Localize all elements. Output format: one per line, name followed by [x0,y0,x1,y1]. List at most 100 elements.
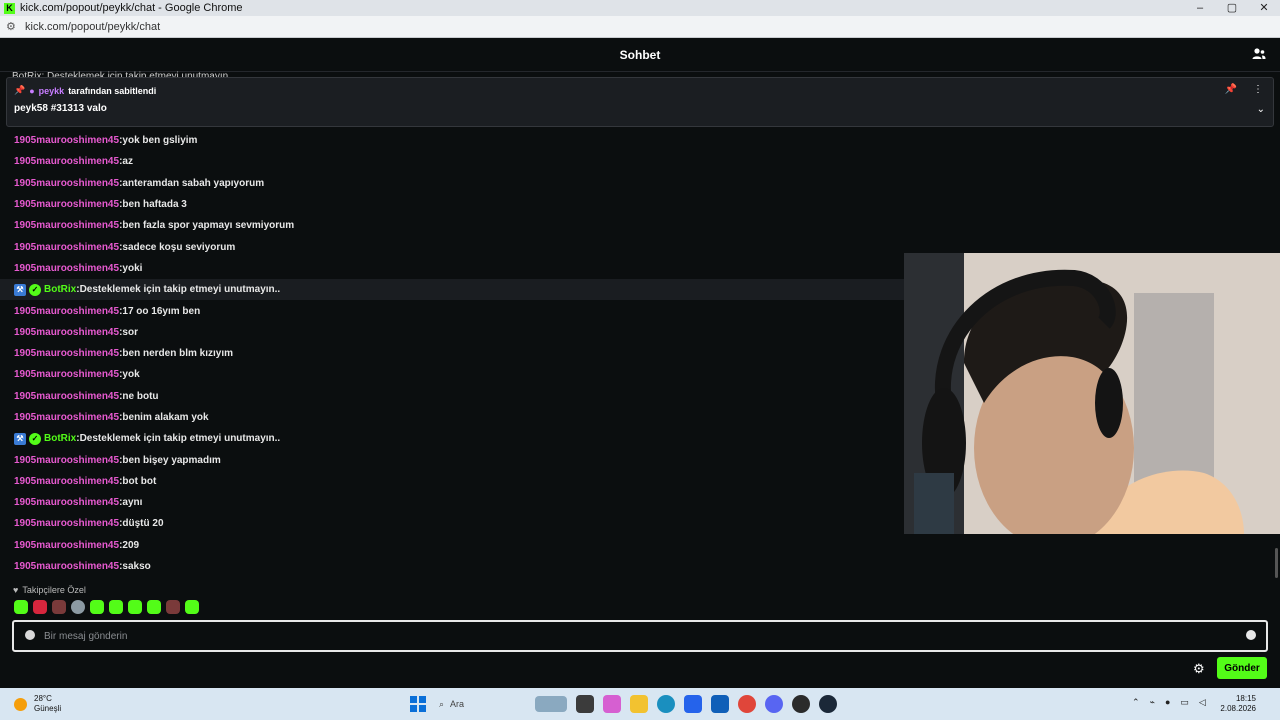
taskbar-search[interactable]: ⌕ Ara [435,694,567,714]
obs-icon[interactable] [792,695,810,713]
chat-username[interactable]: 1905maurooshimen45 [14,391,119,402]
steam-icon[interactable] [819,695,837,713]
pinned-by-user[interactable]: peykk [39,86,65,96]
network-icon[interactable]: ⌁ [1150,697,1155,708]
chat-username[interactable]: 1905maurooshimen45 [14,476,119,487]
site-settings-icon[interactable]: ⚙ [6,20,18,33]
weather-desc: Güneşli [34,704,62,713]
emote-2[interactable] [33,600,47,614]
store-icon[interactable] [684,695,702,713]
send-button[interactable]: Gönder [1217,657,1267,679]
chevron-up-icon[interactable]: ⌃ [1132,697,1140,708]
chevron-down-icon[interactable]: ⌄ [1257,104,1265,115]
chat-message-text: anteramdan sabah yapıyorum [122,177,265,189]
search-label: Ara [450,699,465,709]
emote-4[interactable] [71,600,85,614]
close-window-button[interactable]: ✕ [1248,0,1280,16]
clock-time: 18:15 [1235,694,1256,703]
copilot-icon[interactable] [603,695,621,713]
window-title: kick.com/popout/peykk/chat - Google Chro… [20,2,243,14]
followers-only-label: Takipçilere Özel [22,585,86,595]
emote-5[interactable] [90,600,104,614]
emote-8[interactable] [147,600,161,614]
chat-username[interactable]: 1905maurooshimen45 [14,561,119,572]
microphone-icon[interactable]: ● [1165,697,1170,708]
chat-username[interactable]: 1905maurooshimen45 [14,412,119,423]
chat-username[interactable]: 1905maurooshimen45 [14,178,119,189]
chat-username[interactable]: 1905maurooshimen45 [14,156,119,167]
chat-username[interactable]: 1905maurooshimen45 [14,348,119,359]
search-highlight-image [535,696,567,712]
chat-username[interactable]: 1905maurooshimen45 [14,369,119,380]
emote-1[interactable] [14,600,28,614]
chat-settings-gear-icon[interactable]: ⚙ [1193,661,1205,677]
more-options-icon[interactable]: ⋮ [1253,84,1263,95]
clock[interactable]: 18:15 2.08.2026 [1220,694,1256,714]
pinned-message-text: peyk58 #31313 valo [14,103,107,114]
file-explorer-icon[interactable] [630,695,648,713]
chat-username[interactable]: 1905maurooshimen45 [14,135,119,146]
chrome-icon[interactable] [738,695,756,713]
chat-username[interactable]: 1905maurooshimen45 [14,455,119,466]
chat-message-text: sakso [122,561,151,573]
chat-message: 1905maurooshimen45: anteramdan sabah yap… [0,173,1280,194]
chat-message-text: 17 oo 16yım ben [122,305,201,317]
chat-scrollbar[interactable] [1275,548,1278,578]
bot-badge-icon: ⚒ [14,283,26,296]
minimize-button[interactable]: – [1184,0,1216,16]
chat-username[interactable]: 1905maurooshimen45 [14,263,119,274]
message-input[interactable] [44,627,1234,645]
chat-username[interactable]: BotRix [44,433,76,444]
pinned-controls: 📌 ⋮ [1225,84,1263,95]
chat-message-text: sadece koşu seviyorum [122,241,236,253]
volume-icon[interactable]: ◁ [1199,697,1206,708]
emote-9[interactable] [166,600,180,614]
windows-start-icon[interactable] [410,696,426,712]
weather-temp: 28°C [34,694,52,703]
chat-username[interactable]: 1905maurooshimen45 [14,497,119,508]
message-input-box[interactable] [12,620,1268,652]
edge-icon[interactable] [657,695,675,713]
chat-username[interactable]: 1905maurooshimen45 [14,220,119,231]
unpin-icon[interactable]: 📌 [1225,84,1237,95]
url-text[interactable]: kick.com/popout/peykk/chat [25,21,160,33]
pin-icon: 📌 [14,85,26,95]
chat-message-text: bot bot [122,475,157,487]
chat-username[interactable]: 1905maurooshimen45 [14,306,119,317]
outlook-icon[interactable] [711,695,729,713]
mic-icon: ● [29,85,35,96]
webcam-image [904,253,1280,534]
discord-icon[interactable] [765,695,783,713]
chat-message-text: ne botu [122,390,159,402]
maximize-button[interactable]: ▢ [1216,0,1248,16]
weather-widget[interactable]: 28°C Güneşli [14,694,61,714]
emote-10[interactable] [185,600,199,614]
users-icon[interactable] [1252,47,1266,61]
chat-message-text: ben nerden blm kızıyım [122,348,233,360]
chat-username[interactable]: 1905maurooshimen45 [14,540,119,551]
quick-emotes [14,600,199,614]
taskbar-apps: ⌕ Ara [410,694,837,714]
chat-message: 1905maurooshimen45: az [0,151,1280,172]
emote-3[interactable] [52,600,66,614]
emoji-picker-icon[interactable] [1246,630,1256,640]
kick-logo-icon: K [4,2,15,14]
task-view-icon[interactable] [576,695,594,713]
chat-message-text: benim alakam yok [122,412,209,423]
pinned-message-card[interactable]: 📌 ● peykk tarafından sabitlendi peyk58 #… [6,77,1274,127]
address-bar[interactable]: ⚙ kick.com/popout/peykk/chat [0,16,1280,38]
chat-username[interactable]: BotRix [44,284,76,295]
chat-username[interactable]: 1905maurooshimen45 [14,518,119,529]
display-icon[interactable]: ▭ [1180,697,1189,708]
emote-7[interactable] [128,600,142,614]
chat-message-text: ben fazla spor yapmayı sevmiyorum [122,220,295,232]
chat-username[interactable]: 1905maurooshimen45 [14,242,119,253]
shield-icon [25,630,35,640]
chat-message: 1905maurooshimen45: ben fazla spor yapma… [0,215,1280,236]
chat-username[interactable]: 1905maurooshimen45 [14,199,119,210]
chat-message: 1905maurooshimen45: 209 [0,535,1280,556]
emote-6[interactable] [109,600,123,614]
chat-message-text: ben haftada 3 [122,199,187,211]
chat-username[interactable]: 1905maurooshimen45 [14,327,119,338]
chat-message: 1905maurooshimen45: yok ben gsliyim [0,130,1280,151]
